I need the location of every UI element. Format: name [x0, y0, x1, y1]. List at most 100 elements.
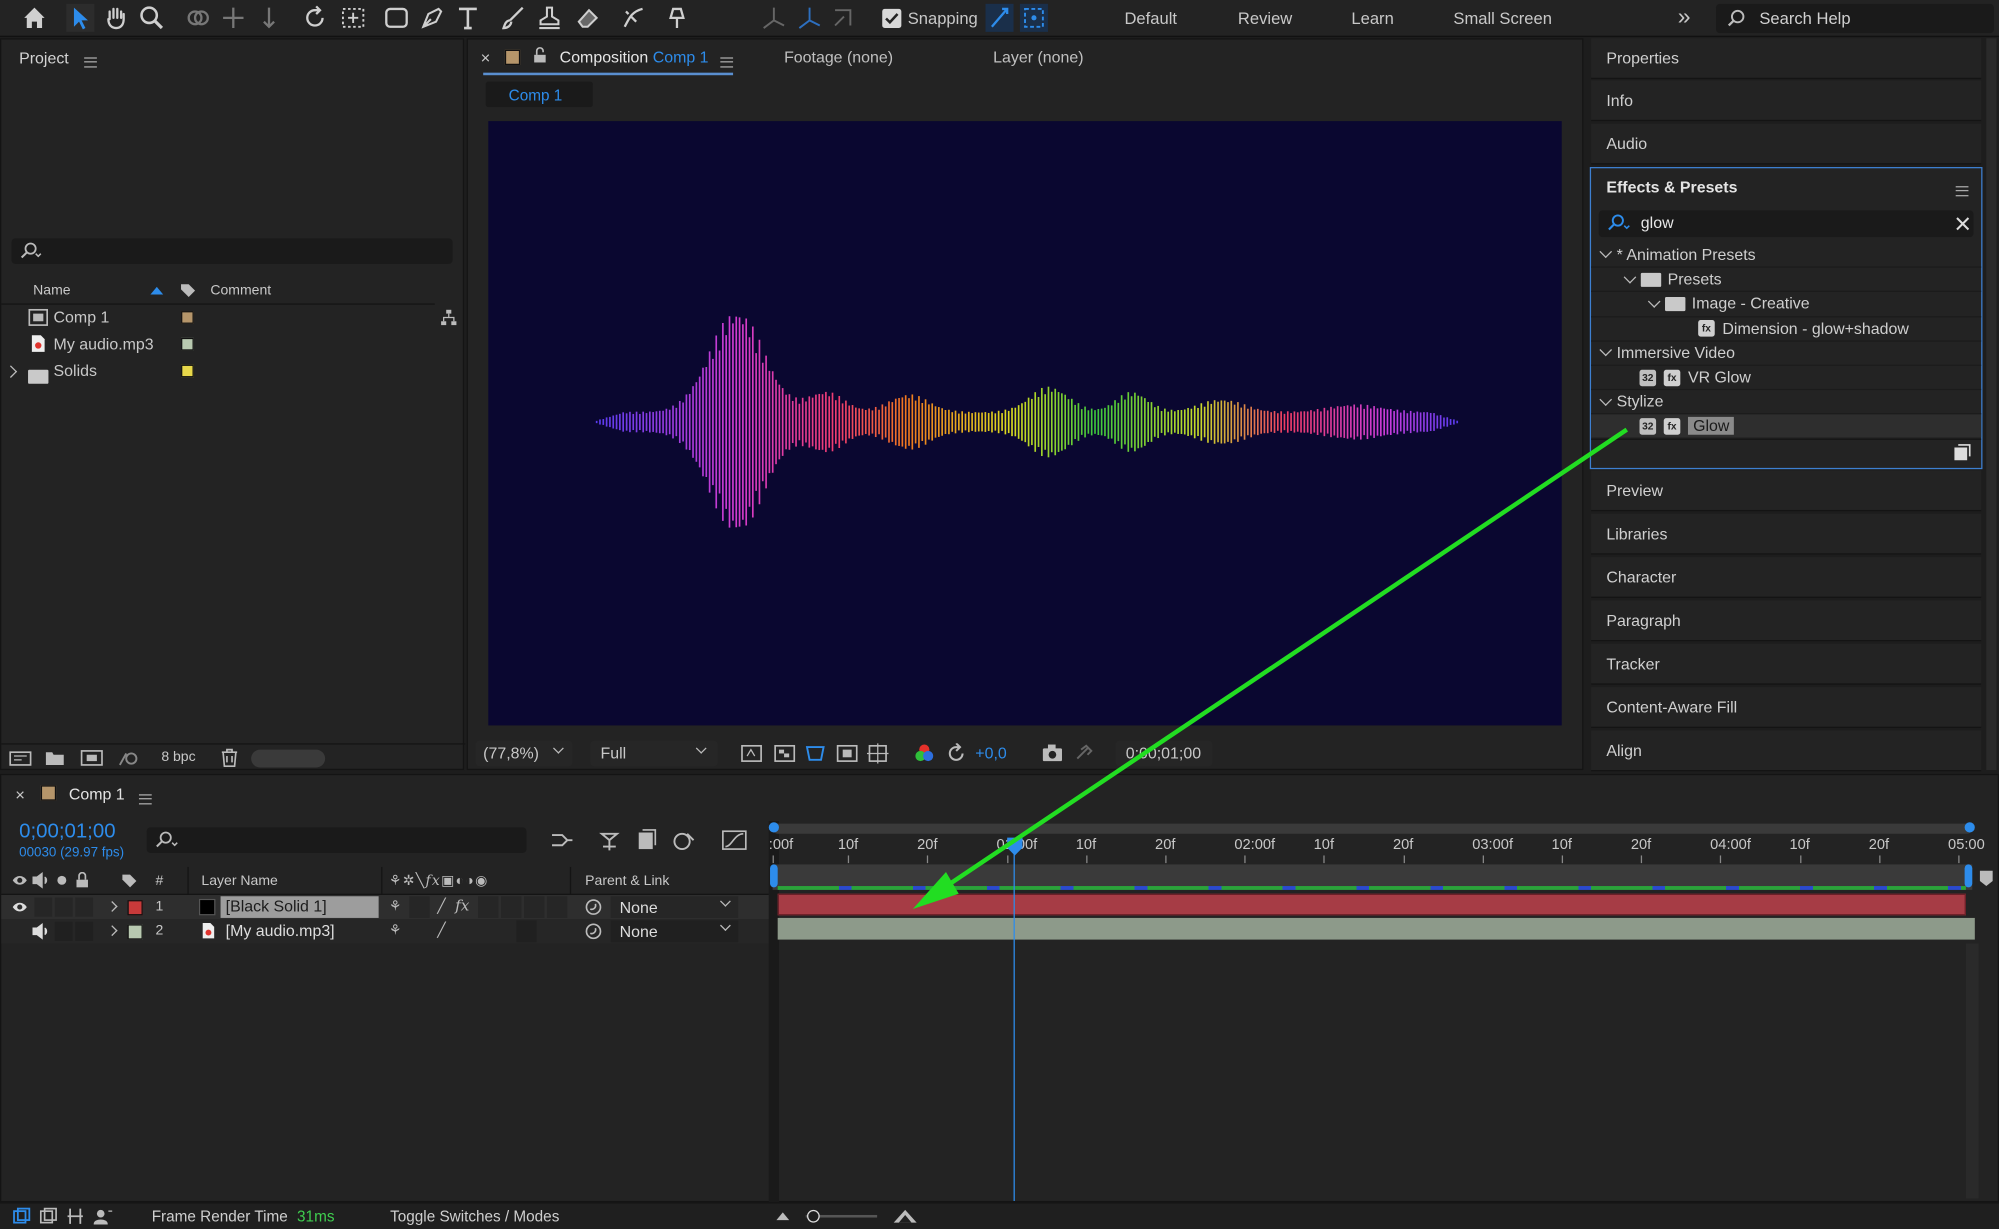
chevron-down-icon[interactable]	[1599, 392, 1613, 406]
character-panel-tab[interactable]: Character	[1591, 557, 1982, 598]
mask-visibility-icon[interactable]	[804, 743, 826, 763]
timeline-comp-tab[interactable]: Comp 1	[69, 785, 125, 803]
roto-brush-tool-icon[interactable]	[620, 4, 648, 32]
project-settings-icon[interactable]	[117, 748, 140, 767]
adjustment-switch[interactable]	[516, 920, 537, 943]
lock-toggle[interactable]	[75, 897, 94, 917]
bit-depth-button[interactable]: 8 bpc	[152, 750, 206, 770]
effects-tree-item[interactable]: Image - Creative	[1591, 291, 1982, 315]
selection-tool-icon[interactable]	[66, 3, 95, 32]
zoom-in-icon[interactable]	[892, 1207, 917, 1224]
navigator-start-handle[interactable]	[768, 822, 779, 833]
work-area-start-handle[interactable]	[770, 864, 778, 888]
effects-tree-item[interactable]: 32 fx Glow	[1591, 413, 1982, 438]
local-axis-mode-icon[interactable]	[760, 4, 788, 32]
quality-switch-icon[interactable]: ╱	[437, 898, 445, 914]
layer-switches-pane-icon[interactable]	[39, 1207, 58, 1225]
pan-behind-tool-icon[interactable]	[339, 4, 367, 32]
workspace-review[interactable]: Review	[1238, 9, 1292, 28]
snapping-checkbox[interactable]	[882, 8, 902, 29]
orbit-camera-tool-icon[interactable]	[184, 4, 212, 32]
layer-name[interactable]: [Black Solid 1]	[220, 896, 379, 918]
layer-row[interactable]: 2 [My audio.mp3] ⚘ ╱ None	[1, 919, 769, 944]
new-animation-preset-icon[interactable]	[1953, 444, 1971, 462]
pan-camera-tool-icon[interactable]	[219, 4, 247, 32]
transparency-grid-icon[interactable]	[774, 743, 796, 763]
project-item[interactable]: Solids	[1, 358, 463, 385]
rotation-tool-icon[interactable]	[301, 4, 329, 32]
expand-chevron-icon[interactable]	[106, 925, 118, 937]
expand-chevron-icon[interactable]	[4, 365, 18, 378]
effects-tree-item[interactable]: Immersive Video	[1591, 340, 1982, 364]
work-area-end-handle[interactable]	[1964, 864, 1973, 888]
tab-composition[interactable]: Composition Comp 1	[560, 48, 709, 66]
flowchart-icon[interactable]	[440, 309, 458, 327]
layer-2-duration-bar[interactable]	[777, 917, 1975, 940]
snapshot-camera-icon[interactable]	[1042, 743, 1064, 762]
in-out-pane-icon[interactable]	[66, 1207, 84, 1225]
interpret-footage-icon[interactable]	[9, 750, 32, 768]
puppet-pin-tool-icon[interactable]	[663, 4, 691, 32]
new-folder-icon[interactable]	[45, 750, 65, 767]
shy-switch-icon[interactable]: ⚘	[389, 898, 402, 914]
thumbnail-size-slider[interactable]	[251, 749, 326, 768]
video-visibility-icon[interactable]	[11, 900, 28, 914]
adjustment-switch[interactable]	[523, 896, 545, 918]
fast-previews-icon[interactable]	[741, 743, 763, 763]
project-panel-menu-icon[interactable]	[84, 57, 97, 68]
dolly-camera-tool-icon[interactable]	[255, 4, 283, 32]
frame-blend-switch[interactable]	[478, 896, 499, 918]
trash-icon[interactable]	[221, 748, 239, 768]
sort-ascending-icon[interactable]	[149, 286, 164, 296]
video-visibility-icon[interactable]	[11, 873, 28, 887]
more-workspaces-icon[interactable]: »	[1678, 4, 1691, 31]
brush-tool-icon[interactable]	[500, 4, 528, 32]
effects-panel-menu-icon[interactable]	[1955, 186, 1969, 197]
navigator-end-handle[interactable]	[1964, 822, 1975, 833]
right-panel-scrollbar[interactable]	[1986, 38, 1997, 771]
shy-switch-icon[interactable]: ⚘	[389, 922, 402, 938]
pick-whip-icon[interactable]	[584, 898, 603, 917]
close-tab-icon[interactable]: ×	[481, 48, 491, 67]
grid-guides-icon[interactable]	[866, 743, 889, 764]
pen-tool-icon[interactable]	[418, 4, 446, 32]
snap-edges-icon[interactable]	[985, 3, 1014, 32]
effects-switch-icon[interactable]: fx	[455, 896, 469, 914]
zoom-out-icon[interactable]	[775, 1210, 790, 1223]
audio-icon[interactable]	[32, 923, 50, 940]
comment-column-header[interactable]: Comment	[210, 283, 271, 298]
exposure-value[interactable]: +0,0	[975, 745, 1006, 763]
resolution-dropdown[interactable]: Full	[590, 740, 718, 767]
reset-exposure-icon[interactable]	[946, 743, 966, 763]
render-toggle-icon[interactable]	[13, 1207, 31, 1225]
audio-icon[interactable]	[32, 872, 50, 889]
layer-label-color[interactable]	[127, 900, 143, 916]
timeline-zoom-slider-handle[interactable]	[807, 1209, 820, 1223]
workspace-learn[interactable]: Learn	[1351, 9, 1393, 28]
close-timeline-icon[interactable]: ×	[15, 785, 25, 804]
effects-tree-item[interactable]: 32 fx VR Glow	[1591, 364, 1982, 389]
lock-toggle[interactable]	[75, 921, 94, 941]
label-tag-icon[interactable]	[121, 872, 138, 889]
zoom-tool-icon[interactable]	[138, 4, 166, 32]
libraries-panel-tab[interactable]: Libraries	[1591, 513, 1982, 555]
shape-tool-icon[interactable]	[382, 4, 410, 32]
time-stretch-pane-icon[interactable]	[93, 1207, 113, 1225]
color-channels-icon[interactable]	[914, 743, 934, 763]
timeline-search-input[interactable]	[146, 827, 527, 853]
audio-toggle[interactable]	[34, 897, 53, 917]
composition-panel-menu-icon[interactable]	[720, 57, 734, 68]
frame-blending-icon[interactable]	[672, 829, 697, 852]
content-aware-fill-panel-tab[interactable]: Content-Aware Fill	[1591, 687, 1982, 728]
composition-flowchart-icon[interactable]	[549, 830, 574, 850]
search-help-field[interactable]: Search Help	[1716, 3, 1994, 34]
layer-row[interactable]: 1 [Black Solid 1] ⚘ ╱ fx None	[1, 894, 769, 920]
show-snapshot-icon[interactable]	[1073, 743, 1093, 762]
chevron-down-icon[interactable]	[1599, 344, 1613, 357]
label-tag-icon[interactable]	[180, 282, 197, 299]
paragraph-panel-tab[interactable]: Paragraph	[1591, 600, 1982, 642]
effects-tree-item[interactable]: Stylize	[1591, 389, 1982, 413]
type-tool-icon[interactable]	[454, 4, 482, 32]
solo-toggle[interactable]	[54, 921, 73, 941]
world-axis-mode-icon[interactable]	[796, 4, 824, 32]
